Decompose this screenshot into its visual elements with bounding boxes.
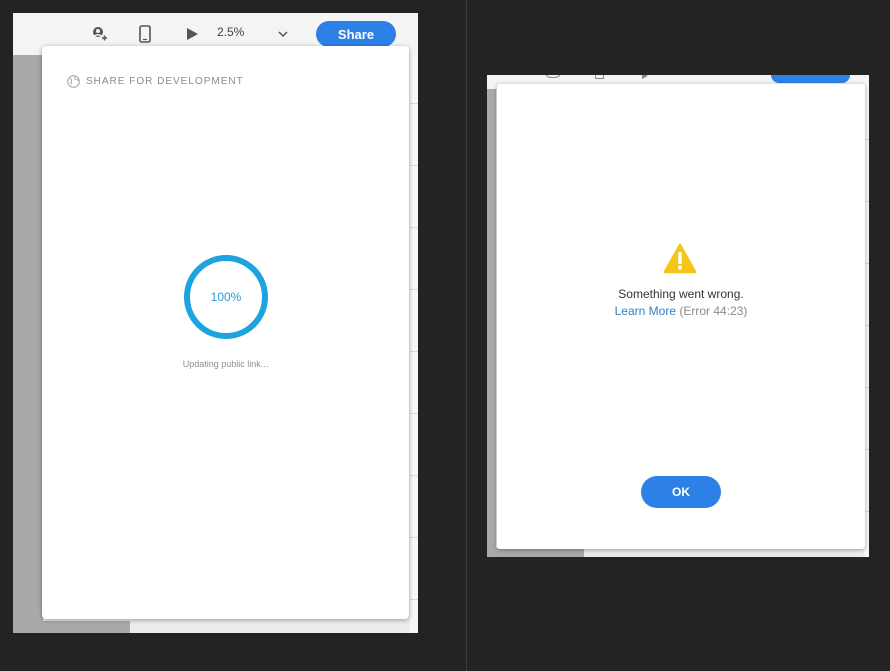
- chevron-down-icon[interactable]: [275, 26, 291, 42]
- share-button[interactable]: Share: [316, 21, 396, 47]
- canvas-background-bottom: [13, 621, 130, 633]
- artboard-edge: [410, 55, 418, 633]
- ok-button[interactable]: OK: [641, 476, 721, 508]
- error-dialog: Something went wrong. Learn More (Error …: [497, 84, 865, 549]
- invite-user-icon: [545, 75, 561, 78]
- share-button: [771, 75, 850, 83]
- play-icon: [642, 75, 648, 79]
- canvas-background: [13, 55, 43, 633]
- error-message: Something went wrong.: [618, 287, 744, 301]
- dialog-header: SHARE FOR DEVELOPMENT: [67, 75, 244, 88]
- zoom-value[interactable]: 2.5%: [217, 25, 244, 39]
- device-preview-icon[interactable]: [137, 24, 153, 44]
- learn-more-link[interactable]: Learn More: [615, 304, 676, 318]
- globe-icon: [67, 75, 80, 88]
- play-icon[interactable]: [184, 25, 200, 43]
- progress-percentage: 100%: [210, 290, 242, 304]
- screen-divider: [466, 0, 467, 671]
- error-code: (Error 44:23): [679, 304, 748, 318]
- error-details: Learn More (Error 44:23): [497, 304, 865, 318]
- canvas-background: [487, 89, 496, 557]
- progress-ring: 100%: [182, 253, 270, 341]
- status-text: Updating public link...: [182, 359, 269, 369]
- device-preview-icon: [595, 75, 604, 79]
- canvas-background-bottom: [487, 548, 584, 557]
- invite-user-icon[interactable]: [89, 24, 109, 44]
- share-dialog-screenshot: 2.5% Share SHARE FOR DEVELOPMENT 100% Up…: [13, 13, 418, 633]
- share-for-development-dialog: SHARE FOR DEVELOPMENT 100% Updating publ…: [42, 46, 409, 619]
- warning-icon: [663, 242, 697, 274]
- error-dialog-screenshot: Something went wrong. Learn More (Error …: [487, 75, 869, 557]
- dialog-title: SHARE FOR DEVELOPMENT: [86, 76, 244, 87]
